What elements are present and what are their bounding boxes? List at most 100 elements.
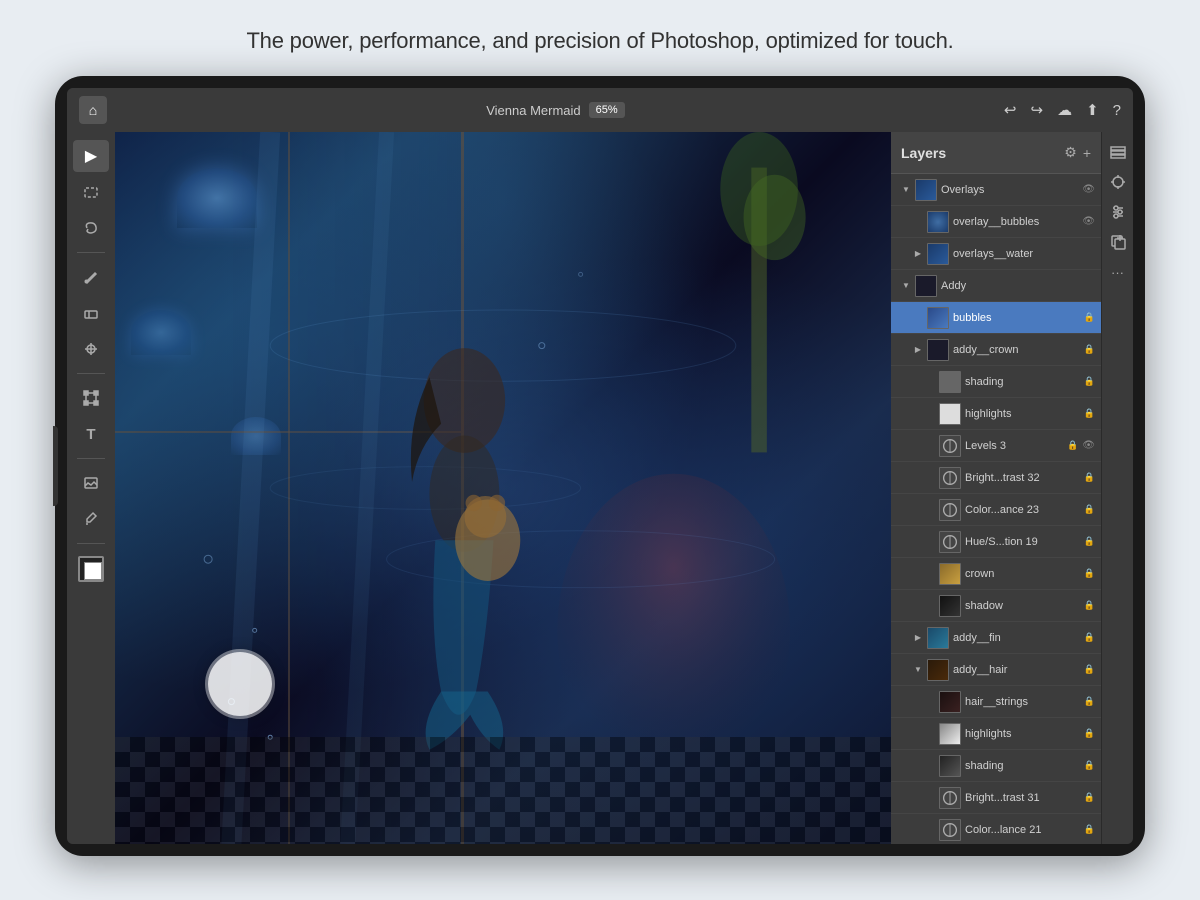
transform-tool-btn[interactable] — [73, 382, 109, 414]
tagline-text: The power, performance, and precision of… — [0, 0, 1200, 76]
layer-expand-icon — [925, 409, 935, 419]
layer-thumbnail — [939, 531, 961, 553]
layer-lock-icon: 🔒 — [1084, 728, 1095, 739]
ipad-screen: ⌂ Vienna Mermaid 65% ↩ ↪ ☁ ⬆ ? ▶ — [67, 88, 1133, 844]
layer-item-20[interactable]: Bright...trast 31 🔒 — [891, 782, 1101, 814]
marquee-tool-btn[interactable] — [73, 176, 109, 208]
layer-thumbnail — [927, 243, 949, 265]
layer-item-14[interactable]: shadow🔒 — [891, 590, 1101, 622]
layer-item-3[interactable]: ▶ overlays__water — [891, 238, 1101, 270]
layers-list[interactable]: ▼Overlays👁overlay__bubbles👁 ▶ overlays__wa… — [891, 174, 1101, 844]
layer-expand-icon — [925, 697, 935, 707]
layer-thumbnail — [939, 723, 961, 745]
separator-3 — [77, 458, 105, 459]
layer-item-21[interactable]: Color...lance 21🔒 — [891, 814, 1101, 844]
layer-item-5[interactable]: bubbles🔒 — [891, 302, 1101, 334]
clone-tool-btn[interactable] — [73, 333, 109, 365]
panel-title: Layers — [901, 145, 946, 161]
layer-visibility-icon[interactable]: 👁 — [1082, 216, 1095, 227]
layer-expand-icon — [925, 761, 935, 771]
home-icon: ⌂ — [89, 102, 97, 118]
main-area: ▶ — [67, 132, 1133, 844]
redo-icon[interactable]: ↪ — [1031, 101, 1044, 119]
add-layer-icon[interactable] — [1106, 230, 1130, 254]
layer-item-9[interactable]: Levels 3🔒👁 — [891, 430, 1101, 462]
layer-lock-icon: 🔒 — [1084, 376, 1095, 387]
right-mini-toolbar: ··· — [1101, 132, 1133, 844]
layer-thumbnail — [939, 787, 961, 809]
brush-tool-btn[interactable] — [73, 261, 109, 293]
properties-toggle[interactable] — [1106, 170, 1130, 194]
layers-add-icon[interactable]: + — [1083, 145, 1091, 161]
layer-name-text: overlays__water — [953, 248, 1095, 260]
help-icon[interactable]: ? — [1113, 102, 1121, 119]
top-bar-right: ↩ ↪ ☁ ⬆ ? — [1004, 101, 1121, 119]
layer-lock-icon: 🔒 — [1084, 408, 1095, 419]
layer-visibility-icon[interactable]: 👁 — [1082, 440, 1095, 451]
layer-expand-icon — [925, 825, 935, 835]
adjustments-toggle[interactable] — [1106, 200, 1130, 224]
layer-visibility-icon[interactable]: 👁 — [1082, 184, 1095, 195]
volume-button — [53, 426, 58, 506]
layers-toggle[interactable] — [1106, 140, 1130, 164]
layer-name-text: Bright...trast 31 — [965, 792, 1080, 804]
layer-item-10[interactable]: Bright...trast 32🔒 — [891, 462, 1101, 494]
layer-lock-icon: 🔒 — [1084, 472, 1095, 483]
eraser-tool-btn[interactable] — [73, 297, 109, 329]
layer-expand-icon — [925, 729, 935, 739]
layer-item-17[interactable]: hair__strings🔒 — [891, 686, 1101, 718]
layer-lock-icon: 🔒 — [1084, 632, 1095, 643]
layer-name-text: addy__crown — [953, 344, 1080, 356]
separator-1 — [77, 252, 105, 253]
layer-item-2[interactable]: overlay__bubbles👁 — [891, 206, 1101, 238]
color-swatch[interactable] — [78, 556, 104, 582]
more-options-icon[interactable]: ··· — [1106, 260, 1130, 284]
image-tool-btn[interactable] — [73, 467, 109, 499]
undo-icon[interactable]: ↩ — [1004, 101, 1017, 119]
select-tool-btn[interactable]: ▶ — [73, 140, 109, 172]
share-icon[interactable]: ⬆ — [1086, 101, 1099, 119]
layer-thumbnail — [939, 403, 961, 425]
layer-thumbnail — [939, 691, 961, 713]
layer-lock-icon: 🔒 — [1084, 792, 1095, 803]
canvas-area[interactable] — [115, 132, 891, 844]
layer-thumbnail — [915, 275, 937, 297]
layer-lock-icon: 🔒 — [1084, 568, 1095, 579]
layer-item-11[interactable]: Color...ance 23🔒 — [891, 494, 1101, 526]
layer-item-16[interactable]: ▼addy__hair🔒 — [891, 654, 1101, 686]
layer-thumbnail — [927, 339, 949, 361]
layer-item-7[interactable]: shading🔒 — [891, 366, 1101, 398]
layer-name-text: highlights — [965, 408, 1080, 420]
layer-item-15[interactable]: ▶addy__fin🔒 — [891, 622, 1101, 654]
layer-expand-icon[interactable]: ▼ — [901, 185, 911, 195]
layers-options-icon[interactable]: ⚙ — [1064, 144, 1077, 161]
touch-circle — [208, 652, 272, 716]
layer-item-12[interactable]: Hue/S...tion 19🔒 — [891, 526, 1101, 558]
layer-item-8[interactable]: highlights 🔒 — [891, 398, 1101, 430]
layer-lock-icon: 🔒 — [1084, 344, 1095, 355]
layer-item-19[interactable]: shading🔒 — [891, 750, 1101, 782]
layer-expand-icon — [925, 601, 935, 611]
home-button[interactable]: ⌂ — [79, 96, 107, 124]
layer-expand-icon[interactable]: ▼ — [901, 281, 911, 291]
type-tool-btn[interactable]: T — [73, 418, 109, 450]
layer-expand-icon — [925, 377, 935, 387]
layer-item-13[interactable]: crown🔒 — [891, 558, 1101, 590]
layer-item-4[interactable]: ▼ Addy — [891, 270, 1101, 302]
layer-item-18[interactable]: highlights🔒 — [891, 718, 1101, 750]
layer-expand-icon — [925, 473, 935, 483]
tagline-container: The power, performance, and precision of… — [0, 0, 1200, 76]
lasso-tool-btn[interactable] — [73, 212, 109, 244]
layer-expand-icon[interactable]: ▼ — [913, 665, 923, 675]
layer-name-text: Addy — [941, 280, 1095, 292]
layer-expand-icon[interactable]: ▶ — [913, 249, 923, 259]
layer-item-1[interactable]: ▼Overlays👁 — [891, 174, 1101, 206]
cloud-icon[interactable]: ☁ — [1057, 101, 1072, 119]
layers-panel: Layers ⚙ + ▼Overlays👁overlay__bubbles👁 ▶ o… — [891, 132, 1101, 844]
layer-name-text: Levels 3 — [965, 440, 1063, 452]
eyedropper-tool-btn[interactable] — [73, 503, 109, 535]
layer-item-6[interactable]: ▶ addy__crown 🔒 — [891, 334, 1101, 366]
top-bar-center: Vienna Mermaid 65% — [486, 102, 624, 118]
layer-expand-icon[interactable]: ▶ — [913, 345, 923, 355]
layer-expand-icon[interactable]: ▶ — [913, 633, 923, 643]
